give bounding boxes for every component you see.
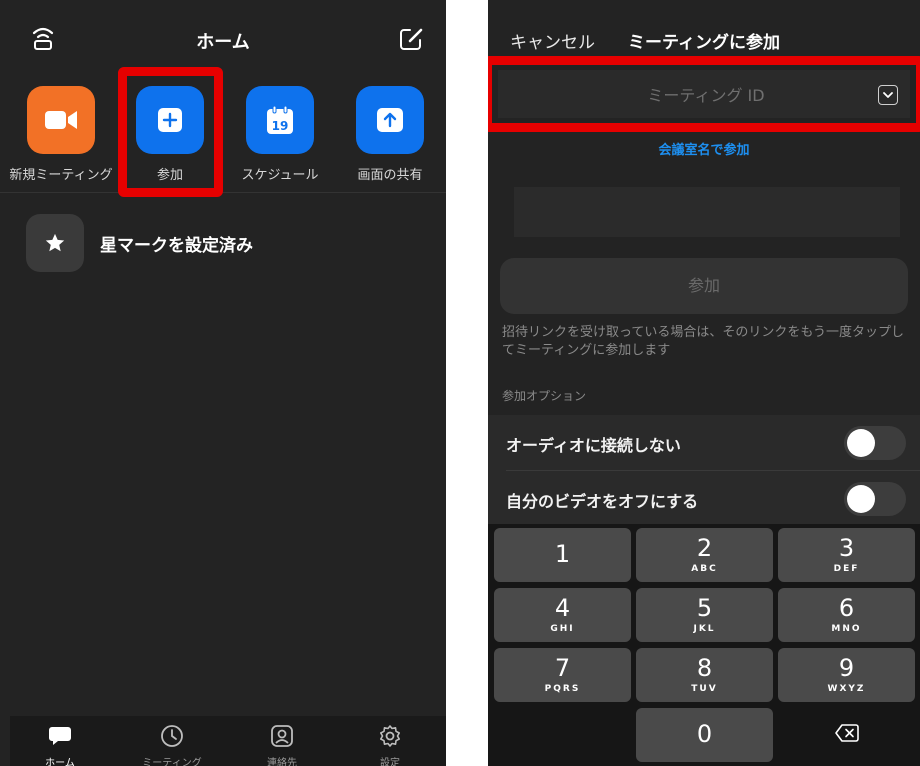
tab-bar: ホーム ミーティング 連絡先 設定 [10, 716, 446, 766]
tab-label: 連絡先 [267, 758, 297, 766]
backspace-key[interactable] [778, 708, 915, 762]
highlight-box [118, 67, 223, 197]
page-title: ミーティングに参加 [628, 33, 780, 53]
option-video-off: 自分のビデオをオフにする [488, 471, 920, 527]
key-8[interactable]: 8 TUV [636, 648, 773, 702]
key-5[interactable]: 5 JKL [636, 588, 773, 642]
cancel-button[interactable]: キャンセル [510, 28, 595, 53]
tab-contacts[interactable]: 連絡先 [232, 716, 332, 766]
option-label: オーディオに接続しない [506, 436, 681, 455]
tab-label: ホーム [45, 758, 75, 766]
toggle-knob [847, 485, 875, 513]
tab-home[interactable]: ホーム [10, 716, 110, 766]
join-meeting-screen: キャンセル ミーティングに参加 会議室名で参加 参加 招待リンクを受け取っている… [488, 0, 920, 766]
key-number: 6 [838, 594, 855, 622]
key-number: 5 [696, 594, 713, 622]
home-screen: ホーム 新規ミーティング 参加 19 スケジュール 画面の共有 星マークを設定済… [0, 0, 446, 766]
key-6[interactable]: 6 MNO [778, 588, 915, 642]
gear-icon [380, 725, 400, 747]
join-submit-button[interactable]: 参加 [500, 258, 908, 314]
key-letters: MNO [831, 624, 862, 634]
key-letters: DEF [833, 564, 860, 574]
numeric-keypad: 1 2 ABC 3 DEF 4 GHI 5 JKL 6 MNO 7 PQRS 8… [488, 524, 920, 766]
key-letters: PQRS [544, 684, 581, 694]
key-letters: TUV [691, 684, 718, 694]
page-title: ホーム [196, 32, 250, 53]
key-2[interactable]: 2 ABC [636, 528, 773, 582]
backspace-icon [834, 724, 859, 742]
chat-bubble-icon [49, 727, 71, 745]
key-7[interactable]: 7 PQRS [494, 648, 631, 702]
starred-label: 星マークを設定済み [100, 236, 253, 256]
calendar-day: 19 [272, 119, 289, 133]
star-icon [26, 214, 84, 272]
option-no-audio: オーディオに接続しない [488, 415, 920, 471]
tab-settings[interactable]: 設定 [340, 716, 440, 766]
schedule-button[interactable]: 19 スケジュール [225, 86, 335, 186]
display-name-field[interactable] [514, 187, 900, 237]
key-number: 0 [696, 720, 713, 748]
new-meeting-button[interactable]: 新規ミーティング [6, 86, 116, 186]
tab-meetings[interactable]: ミーティング [122, 716, 222, 766]
key-0[interactable]: 0 [636, 708, 773, 762]
key-letters: WXYZ [827, 684, 866, 694]
video-camera-icon [27, 86, 95, 154]
tab-label: 設定 [380, 758, 400, 766]
tab-label: ミーティング [142, 758, 202, 766]
key-number: 8 [696, 654, 713, 682]
toggle-knob [847, 429, 875, 457]
join-by-room-name-link[interactable]: 会議室名で参加 [488, 139, 920, 158]
starred-contacts-item[interactable]: 星マークを設定済み [26, 214, 426, 272]
highlight-box [488, 56, 920, 132]
divider [0, 192, 446, 193]
tile-label: 画面の共有 [357, 168, 423, 183]
calendar-icon: 19 [246, 86, 314, 154]
key-4[interactable]: 4 GHI [494, 588, 631, 642]
video-off-toggle[interactable] [844, 482, 906, 516]
key-number: 3 [838, 534, 855, 562]
key-number: 7 [554, 654, 571, 682]
key-3[interactable]: 3 DEF [778, 528, 915, 582]
upload-arrow-icon [356, 86, 424, 154]
option-label: 自分のビデオをオフにする [506, 492, 699, 511]
invite-hint-text: 招待リンクを受け取っている場合は、そのリンクをもう一度タップしてミーティングに参… [502, 325, 904, 358]
compose-icon[interactable] [396, 24, 426, 54]
contact-icon [271, 725, 293, 747]
key-letters: JKL [693, 624, 716, 634]
clock-icon [161, 725, 183, 747]
key-letters: GHI [550, 624, 575, 634]
key-number: 1 [554, 540, 571, 568]
key-9[interactable]: 9 WXYZ [778, 648, 915, 702]
share-screen-button[interactable]: 画面の共有 [335, 86, 445, 186]
options-header: 参加オプション [502, 389, 587, 403]
key-number: 9 [838, 654, 855, 682]
key-number: 4 [554, 594, 571, 622]
key-letters: ABC [691, 564, 718, 574]
key-number: 2 [696, 534, 713, 562]
no-audio-toggle[interactable] [844, 426, 906, 460]
key-1[interactable]: 1 [494, 528, 631, 582]
